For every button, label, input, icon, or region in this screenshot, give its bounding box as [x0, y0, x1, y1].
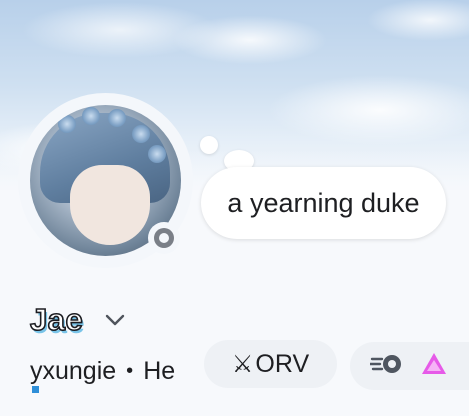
- display-name: Jae: [29, 301, 84, 338]
- server-tag-pill[interactable]: ⚔ ORV: [204, 340, 337, 388]
- custom-status-text: a yearning duke: [227, 187, 420, 218]
- separator-dot: •: [126, 359, 134, 382]
- username-pronouns-row: yxungie • He: [30, 354, 175, 388]
- username[interactable]: yxungie: [30, 357, 116, 386]
- server-tag-label: ORV: [255, 349, 310, 378]
- thought-bubble-dot-small: [200, 136, 218, 154]
- chevron-down-icon[interactable]: [105, 310, 125, 330]
- custom-status-bubble[interactable]: a yearning duke: [201, 167, 446, 239]
- pronouns: He: [143, 356, 176, 385]
- flower-crown-flower: [132, 125, 150, 143]
- flower-crown-flower: [148, 145, 166, 163]
- flower-crown-flower: [82, 107, 100, 125]
- server-boost-badge-icon[interactable]: [420, 351, 448, 382]
- flower-crown-flower: [108, 109, 126, 127]
- flower-crown-flower: [58, 115, 76, 133]
- display-name-row[interactable]: Jae: [29, 300, 125, 340]
- text-cursor-marker: [32, 386, 39, 393]
- nitro-badge-icon[interactable]: [368, 351, 404, 382]
- avatar-face: [70, 165, 150, 245]
- idle-status-icon: [154, 228, 174, 248]
- badges-pill: [350, 342, 469, 390]
- crossed-swords-icon: ⚔: [231, 350, 254, 378]
- presence-status-indicator: [148, 222, 180, 254]
